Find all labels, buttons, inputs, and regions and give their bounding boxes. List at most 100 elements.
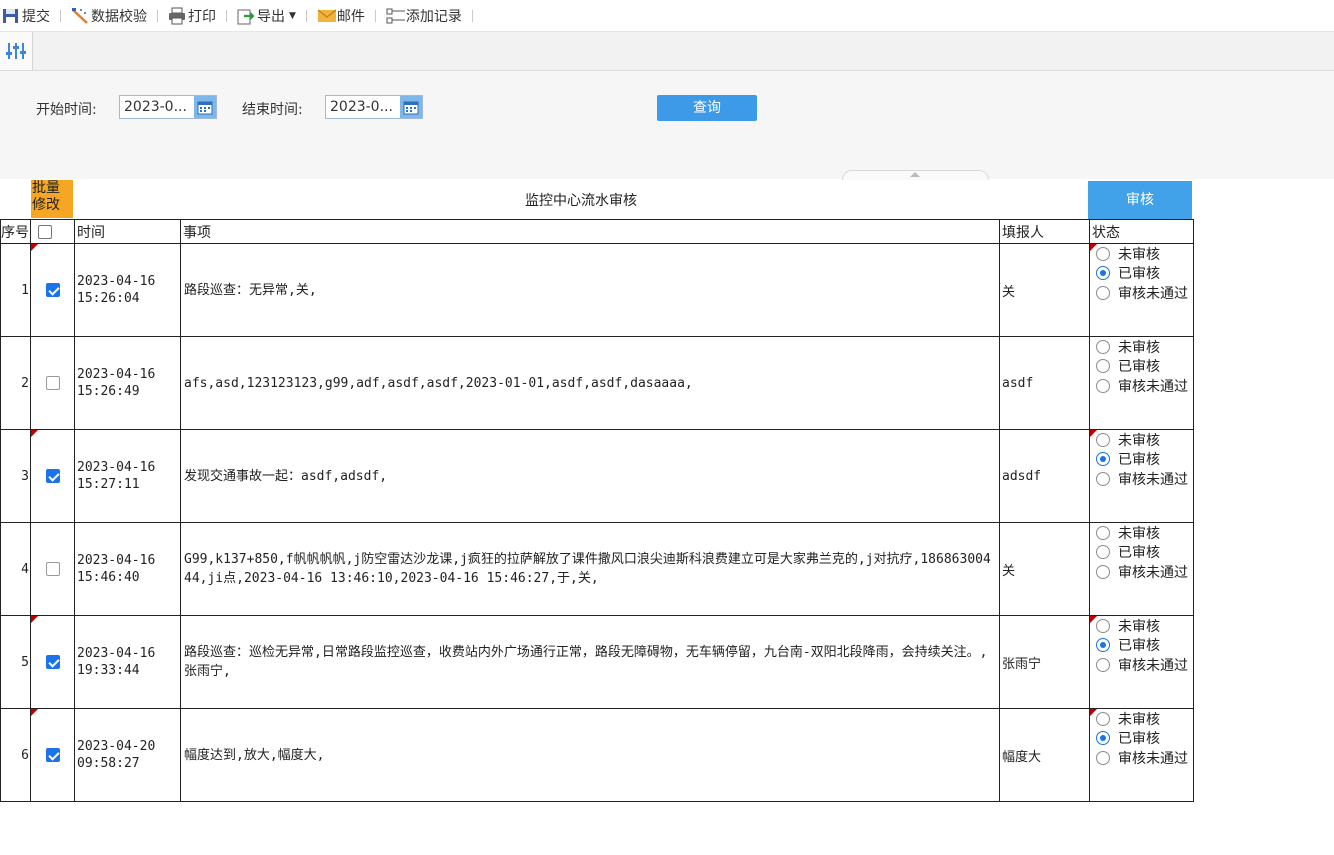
status-radio[interactable] <box>1096 359 1110 374</box>
status-radio[interactable] <box>1096 750 1110 765</box>
status-option-label: 未审核 <box>1118 525 1160 542</box>
status-option-label: 审核未通过 <box>1118 657 1188 674</box>
row-select-cell <box>30 522 75 616</box>
column-header-select <box>30 219 75 244</box>
start-time-field[interactable]: 2023-0... <box>119 95 217 119</box>
audit-button[interactable]: 审核 <box>1088 181 1192 219</box>
submit-label: 提交 <box>22 8 50 25</box>
status-option[interactable]: 已审核 <box>1096 357 1188 377</box>
row-seq: 4 <box>0 522 31 616</box>
status-radio[interactable] <box>1096 545 1110 560</box>
validate-button[interactable]: 数据校验 <box>69 0 149 31</box>
status-radio[interactable] <box>1096 378 1110 393</box>
status-option-label: 审核未通过 <box>1118 750 1188 767</box>
row-checkbox[interactable] <box>45 748 60 762</box>
status-option[interactable]: 已审核 <box>1096 264 1188 284</box>
status-option[interactable]: 已审核 <box>1096 450 1188 470</box>
status-option[interactable]: 审核未通过 <box>1096 748 1188 768</box>
batch-edit-button[interactable]: 批量修改 <box>31 180 73 218</box>
toolbar-divider <box>305 9 307 22</box>
print-button[interactable]: 打印 <box>166 0 218 31</box>
row-time: 2023-04-16 19:33:44 <box>74 615 181 709</box>
status-radio[interactable] <box>1096 285 1110 300</box>
parameter-panel: 开始时间: 2023-0... 结束时间: 2023-0... 查询 <box>0 71 1334 179</box>
toolbar-divider <box>471 9 473 22</box>
start-time-label: 开始时间: <box>36 102 97 118</box>
calendar-icon[interactable] <box>400 96 422 118</box>
sliders-icon <box>6 43 26 59</box>
row-checkbox[interactable] <box>45 283 60 297</box>
status-option[interactable]: 审核未通过 <box>1096 376 1188 396</box>
status-radio[interactable] <box>1096 432 1110 447</box>
row-date: 2023-04-20 <box>77 739 156 754</box>
status-option[interactable]: 审核未通过 <box>1096 562 1188 582</box>
status-option[interactable]: 审核未通过 <box>1096 655 1188 675</box>
status-radio[interactable] <box>1096 339 1110 354</box>
column-header-seq: 序号 <box>0 219 31 244</box>
row-checkbox[interactable] <box>45 469 60 483</box>
row-reporter: 关 <box>999 243 1090 337</box>
status-radio[interactable] <box>1096 564 1110 579</box>
status-radio[interactable] <box>1096 266 1110 281</box>
column-header-status: 状态 <box>1089 219 1194 244</box>
status-radio[interactable] <box>1096 525 1110 540</box>
status-option[interactable]: 已审核 <box>1096 636 1188 656</box>
export-button[interactable]: 导出 ▼ <box>235 0 298 31</box>
status-option[interactable]: 未审核 <box>1096 337 1188 357</box>
status-radio-group: 未审核 已审核 审核未通过 <box>1096 337 1188 396</box>
status-option[interactable]: 已审核 <box>1096 729 1188 749</box>
status-option-label: 审核未通过 <box>1118 378 1188 395</box>
status-option[interactable]: 未审核 <box>1096 709 1188 729</box>
modified-flag-icon <box>31 616 38 623</box>
end-time-field[interactable]: 2023-0... <box>325 95 423 119</box>
toolbar-divider <box>157 9 158 22</box>
table-row: 5 2023-04-16 19:33:44 路段巡查：巡检无异常,日常路段监控巡查，收… <box>0 615 1194 709</box>
row-clock: 09:58:27 <box>77 756 140 771</box>
status-option[interactable]: 审核未通过 <box>1096 469 1188 489</box>
column-header-reporter: 填报人 <box>999 219 1090 244</box>
mail-button[interactable]: 邮件 <box>315 0 367 31</box>
row-clock: 15:27:11 <box>77 477 140 492</box>
row-checkbox[interactable] <box>45 562 60 576</box>
row-select-cell <box>30 336 75 430</box>
status-radio[interactable] <box>1096 657 1110 672</box>
select-all-checkbox[interactable] <box>38 224 52 239</box>
status-radio[interactable] <box>1096 471 1110 486</box>
add-record-button[interactable]: 添加记录 <box>384 0 464 31</box>
table-row: 2 2023-04-16 15:26:49 afs,asd,123123123,g99… <box>0 336 1194 430</box>
calendar-icon[interactable] <box>194 96 216 118</box>
status-radio[interactable] <box>1096 246 1110 261</box>
table-row: 4 2023-04-16 15:46:40 G99,k137+850,f帆帆帆帆,j防… <box>0 522 1194 616</box>
status-option-label: 未审核 <box>1118 432 1160 449</box>
status-option[interactable]: 未审核 <box>1096 430 1188 450</box>
status-option[interactable]: 已审核 <box>1096 543 1188 563</box>
status-radio[interactable] <box>1096 452 1110 467</box>
row-date: 2023-04-16 <box>77 553 156 568</box>
status-option-label: 审核未通过 <box>1118 471 1188 488</box>
query-button[interactable]: 查询 <box>657 95 757 121</box>
status-option[interactable]: 审核未通过 <box>1096 283 1188 303</box>
row-seq: 5 <box>0 615 31 709</box>
submit-button[interactable]: 提交 <box>0 0 52 31</box>
status-radio[interactable] <box>1096 618 1110 633</box>
row-date: 2023-04-16 <box>77 460 156 475</box>
status-radio[interactable] <box>1096 711 1110 726</box>
row-select-cell <box>30 708 75 802</box>
mail-label: 邮件 <box>336 8 365 25</box>
row-checkbox[interactable] <box>45 655 60 669</box>
row-item: G99,k137+850,f帆帆帆帆,j防空雷达沙龙课,j疯狂的拉萨解放了课件撒… <box>180 522 1000 616</box>
row-status: 未审核 已审核 审核未通过 <box>1089 243 1194 337</box>
row-checkbox[interactable] <box>45 376 60 390</box>
status-option[interactable]: 未审核 <box>1096 616 1188 636</box>
status-option[interactable]: 未审核 <box>1096 244 1188 264</box>
status-radio[interactable] <box>1096 638 1110 653</box>
row-seq: 3 <box>0 429 31 523</box>
status-option[interactable]: 未审核 <box>1096 523 1188 543</box>
collapse-panel-handle[interactable] <box>842 170 989 180</box>
add-record-icon <box>386 7 405 25</box>
mail-icon <box>317 7 337 25</box>
table-row: 1 2023-04-16 15:26:04 路段巡查：无异常,关, 关未审核 已审核 审核未… <box>0 243 1194 337</box>
filter-settings-button[interactable] <box>0 32 33 70</box>
status-option-label: 未审核 <box>1118 339 1160 356</box>
status-radio[interactable] <box>1096 731 1110 746</box>
